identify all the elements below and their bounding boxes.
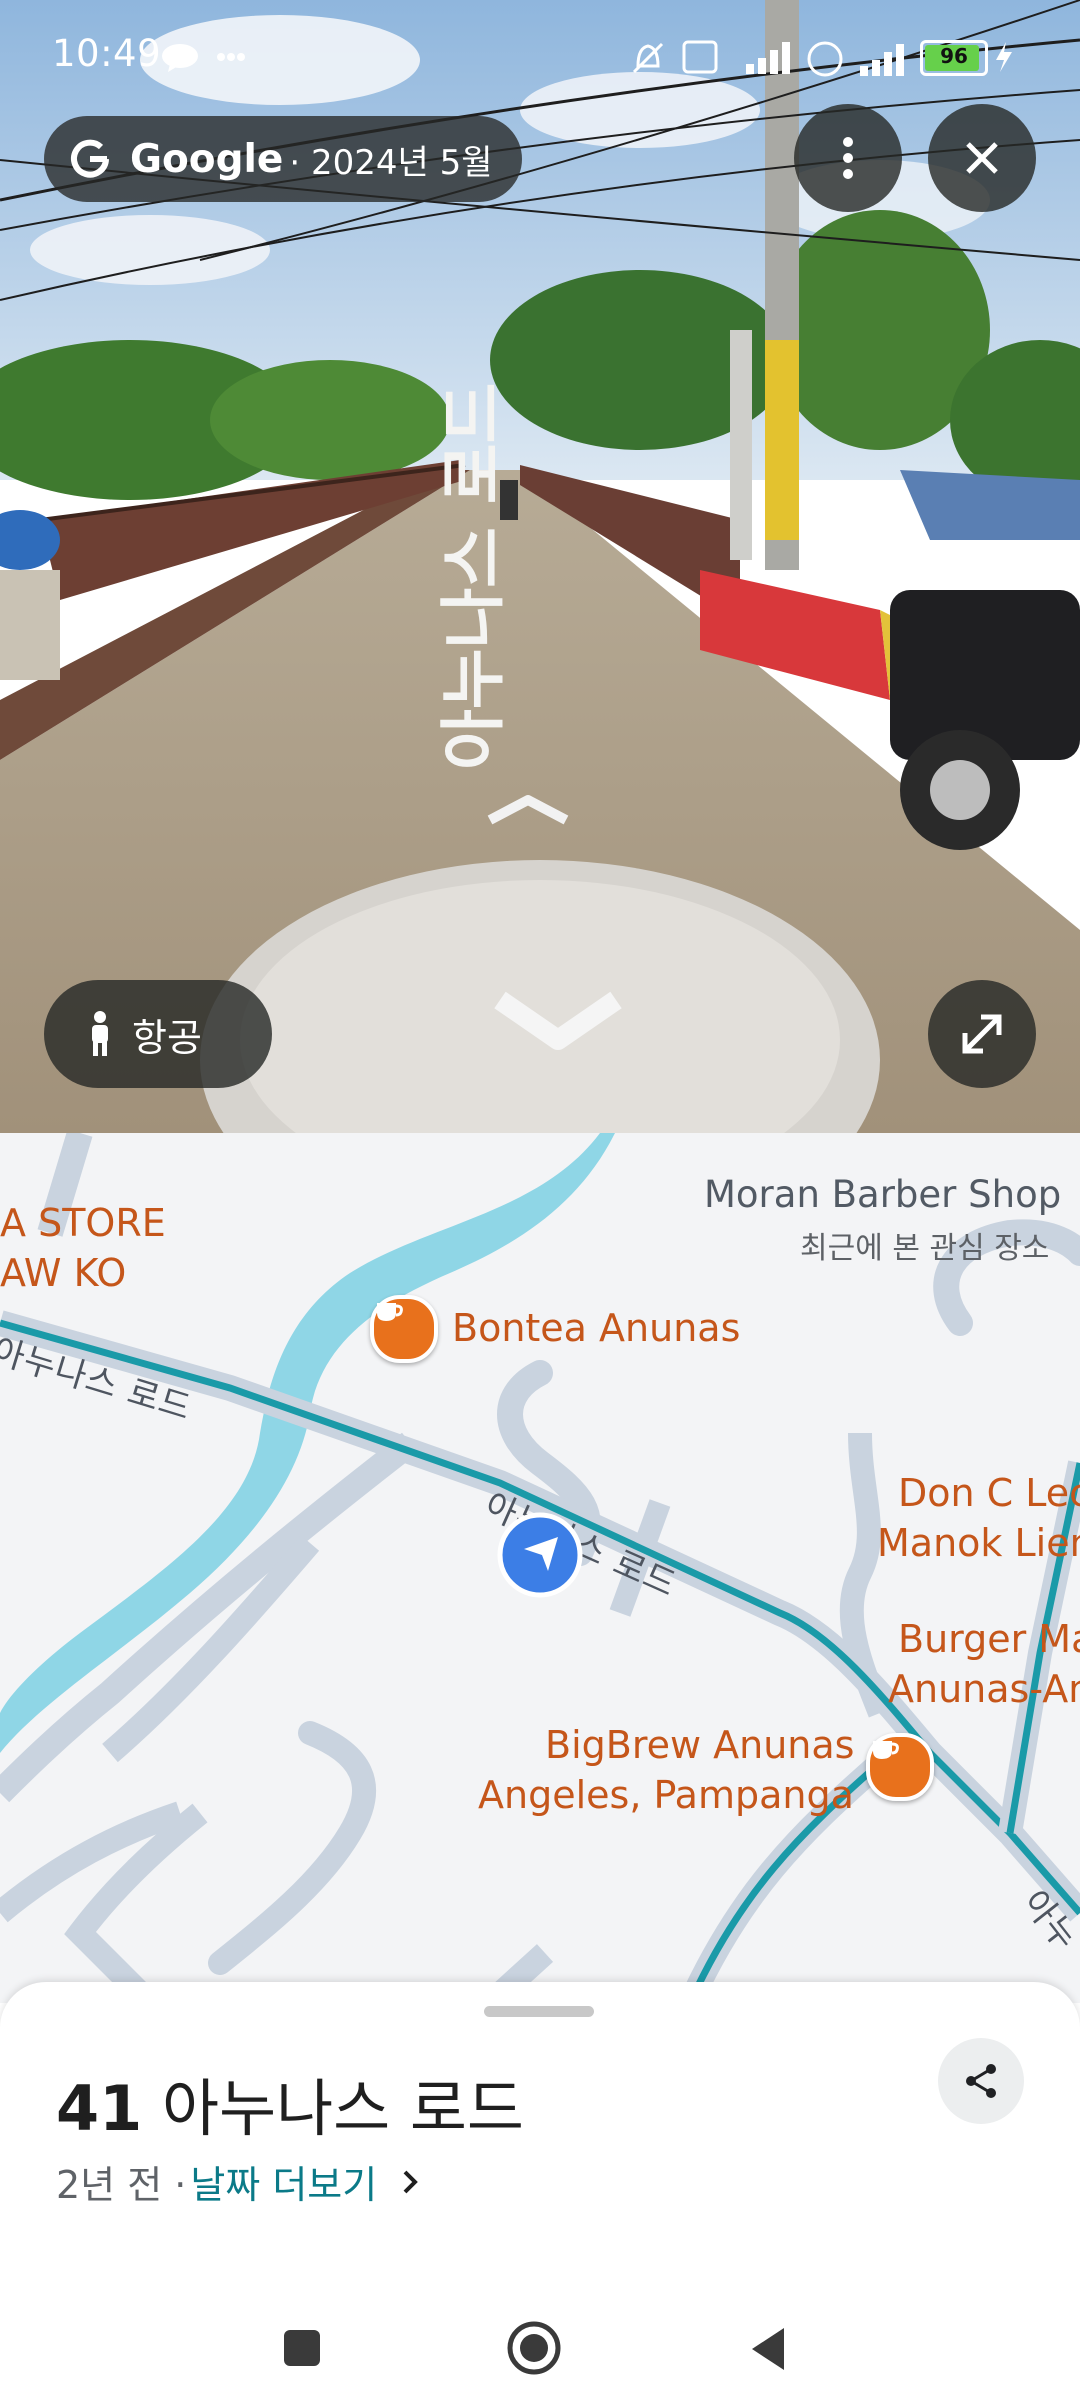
address-street: 아누나스 로드	[142, 2072, 524, 2145]
current-location-marker[interactable]	[496, 1511, 584, 1599]
imagery-info-pill[interactable]: Google · 2024년 5월	[44, 116, 522, 202]
menu-button[interactable]	[794, 104, 902, 212]
volte-icon	[682, 40, 718, 74]
alarm-off-icon	[632, 42, 664, 74]
address-title: 41 아누나스 로드	[56, 2058, 524, 2148]
map-view[interactable]: A STORE AW KO Moran Barber Shop 최근에 본 관심…	[0, 1133, 1080, 2003]
chevron-right-icon[interactable]	[401, 2168, 419, 2196]
recent-apps-icon[interactable]	[282, 2328, 322, 2368]
system-nav-bar	[0, 2280, 1080, 2400]
sheet-drag-handle[interactable]	[484, 2006, 594, 2017]
imagery-date: · 2024년 5월	[289, 142, 493, 183]
aerial-view-label: 항공	[132, 1015, 202, 1060]
battery-level: 96	[940, 44, 968, 68]
poi-moran-subtitle: 최근에 본 관심 장소	[800, 1231, 1050, 1266]
home-icon[interactable]	[506, 2320, 562, 2376]
poi-bigbrew-pin[interactable]	[866, 1733, 934, 1801]
poi-bontea-pin[interactable]	[370, 1295, 438, 1363]
close-button[interactable]	[928, 104, 1036, 212]
poi-don-c-line1[interactable]: Don C Lec	[898, 1471, 1080, 1515]
poi-burger-line2[interactable]: Anunas-An	[888, 1667, 1080, 1711]
share-icon	[966, 2064, 996, 2098]
lte-signal-icon	[746, 42, 790, 74]
more-dates-link[interactable]: 날짜 더보기	[190, 2154, 377, 2209]
expand-button[interactable]	[928, 980, 1036, 1088]
more-dots-icon	[217, 53, 245, 61]
poi-burger-line1[interactable]: Burger Ma	[898, 1617, 1080, 1661]
poi-store-line2[interactable]: AW KO	[0, 1251, 126, 1295]
google-g-icon	[71, 139, 109, 178]
talk-icon	[162, 44, 198, 72]
pegman-icon	[92, 1011, 108, 1056]
cafe-icon	[873, 1741, 899, 1759]
google-brand: Google	[130, 136, 284, 182]
cafe-icon	[377, 1303, 403, 1321]
poi-moran-barber-shop[interactable]: Moran Barber Shop	[704, 1173, 1061, 1216]
close-icon	[966, 142, 998, 174]
poi-bigbrew-line2[interactable]: Angeles, Pampanga	[478, 1773, 854, 1817]
imagery-age: 2년 전 ·	[56, 2163, 187, 2207]
imagery-age-line: 2년 전 · 날짜 더보기	[56, 2154, 419, 2209]
road-paint-text: 아누나스 로드	[435, 382, 512, 770]
share-button[interactable]	[938, 2038, 1024, 2124]
status-time: 10:49	[52, 32, 162, 75]
poi-don-c-line2[interactable]: Manok Lien	[877, 1521, 1080, 1565]
poi-bontea-anunas[interactable]: Bontea Anunas	[452, 1306, 740, 1350]
expand-icon	[962, 1014, 1002, 1054]
charging-icon	[996, 42, 1012, 72]
poi-store-line1[interactable]: A STORE	[0, 1201, 166, 1245]
poi-bigbrew-line1[interactable]: BigBrew Anunas	[545, 1723, 854, 1767]
aerial-view-button[interactable]: 항공	[44, 980, 272, 1088]
status-bar: 10:49 96	[0, 0, 1080, 115]
roaming-icon	[807, 41, 843, 77]
back-icon[interactable]	[748, 2326, 788, 2372]
address-number: 41	[56, 2072, 143, 2145]
vertical-dots-icon	[843, 137, 853, 179]
battery-icon: 96	[920, 40, 988, 76]
signal-icon	[860, 44, 904, 76]
